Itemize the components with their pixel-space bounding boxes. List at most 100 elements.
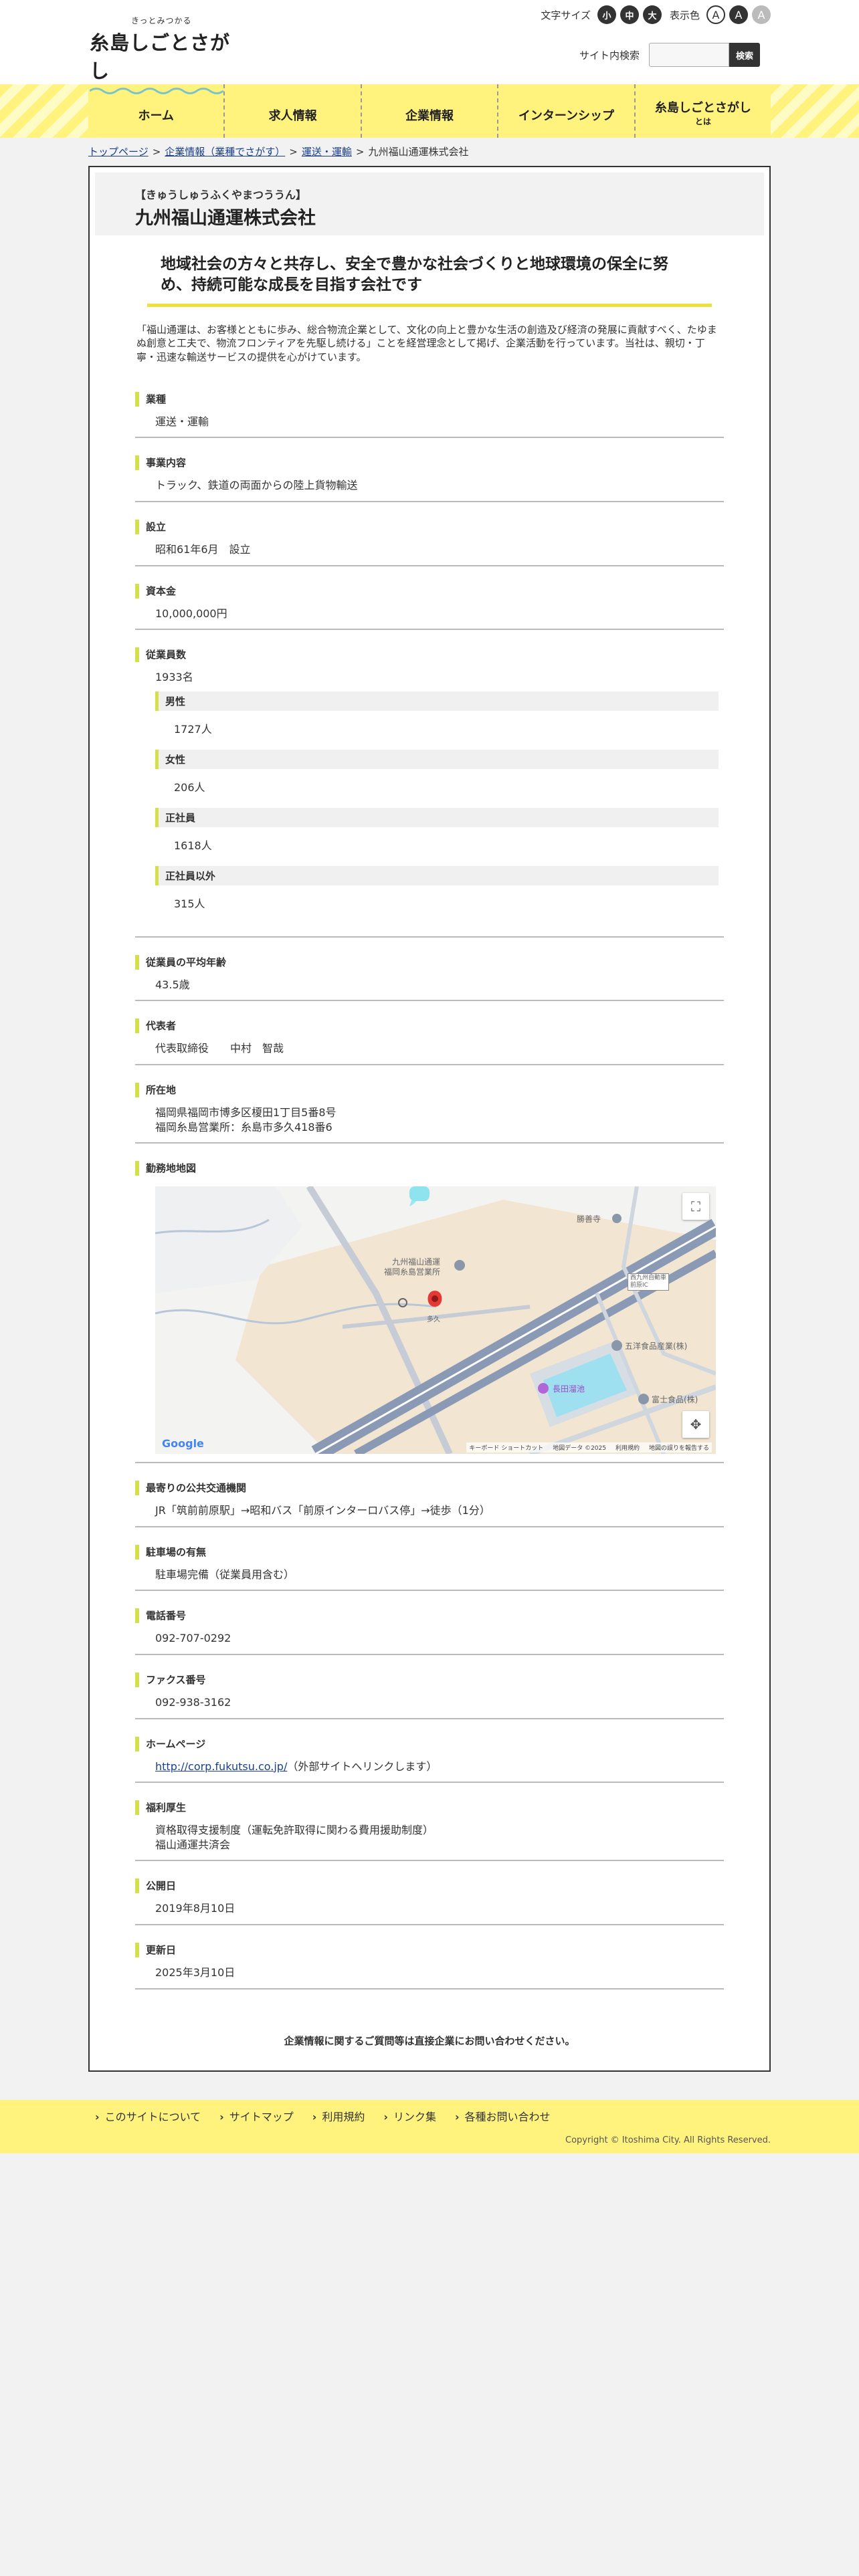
nav-about-label: 糸島しごとさがし xyxy=(654,100,751,115)
footer-link-terms[interactable]: 利用規約 xyxy=(312,2108,365,2124)
font-size-large-button[interactable]: 大 xyxy=(642,5,662,24)
detail-address: 所在地 福岡県福岡市博多区榎田1丁目5番8号 福岡糸島営業所：糸島市多久418番… xyxy=(135,1065,724,1144)
detail-updated: 更新日 2025年3月10日 xyxy=(135,1925,724,1990)
detail-representative: 代表者 代表取締役 中村 智哉 xyxy=(135,1001,724,1065)
detail-title: 公開日 xyxy=(135,1879,724,1894)
breadcrumb-sep: > xyxy=(289,146,298,158)
detail-business: 事業内容 トラック、鉄道の両面からの陸上貨物輸送 xyxy=(135,438,724,503)
site-logo[interactable]: きっとみつかる 糸島しごとさがし xyxy=(90,15,237,96)
detail-homepage: ホームページ http://corp.fukutsu.co.jp/（外部サイトへ… xyxy=(135,1719,724,1784)
detail-employees: 従業員数 1933名 男性 1727人 女性 206人 正社員 1618人 正社… xyxy=(135,630,724,938)
company-intro: 「福山通運は、お客様とともに歩み、総合物流企業として、文化の向上と豊かな生活の創… xyxy=(136,324,717,363)
detail-title: 代表者 xyxy=(135,1018,724,1034)
footer-link-about[interactable]: このサイトについて xyxy=(95,2108,201,2124)
logo-title: 糸島しごとさがし xyxy=(90,31,231,82)
detail-value: JR「筑前前原駅」→昭和バス「前原インターロバス停」→徒歩（1分） xyxy=(155,1504,490,1517)
detail-value: 駐車場完備（従業員用含む） xyxy=(155,1568,295,1581)
company-name: 九州福山通運株式会社 xyxy=(135,208,316,229)
color-white-button[interactable]: A xyxy=(706,5,725,24)
search-input[interactable] xyxy=(649,43,729,67)
search-button[interactable]: 検索 xyxy=(729,43,760,67)
map-report-link[interactable]: 地図の誤りを報告する xyxy=(649,1443,709,1452)
sub-title: 女性 xyxy=(155,749,719,769)
map-terms-link[interactable]: 利用規約 xyxy=(615,1443,640,1452)
nav-jobs[interactable]: 求人情報 xyxy=(225,84,362,138)
accessibility-tools: 文字サイズ 小 中 大 表示色 A A A xyxy=(537,5,771,24)
breadcrumb-sep: > xyxy=(355,146,365,158)
breadcrumb-industry[interactable]: 運送・運輸 xyxy=(302,146,352,158)
map-label-company: 九州福山通運 福岡糸島営業所 xyxy=(384,1257,441,1277)
detail-value: 43.5歳 xyxy=(155,978,190,991)
nav-about[interactable]: 糸島しごとさがし とは xyxy=(636,84,771,138)
fullscreen-icon[interactable]: ⛶ xyxy=(682,1193,709,1220)
font-size-small-button[interactable]: 小 xyxy=(597,5,616,24)
footer-link-links[interactable]: リンク集 xyxy=(383,2108,436,2124)
sub-value: 1727人 xyxy=(174,722,212,736)
detail-title: 福利厚生 xyxy=(135,1800,724,1816)
detail-industry: 業種 運送・運輸 xyxy=(135,374,724,439)
site-search: サイト内検索 検索 xyxy=(579,43,760,67)
workplace-map[interactable]: 九州福山通運 福岡糸島営業所 勝善寺 多久 西九州自動車 前原IC 五洋食品産業… xyxy=(155,1186,716,1455)
detail-transport: 最寄りの公共交通機関 JR「筑前前原駅」→昭和バス「前原インターロバス停」→徒歩… xyxy=(135,1463,724,1527)
breadcrumb-sep: > xyxy=(152,146,161,158)
detail-title: ホームページ xyxy=(135,1736,724,1751)
detail-value: 福岡県福岡市博多区榎田1丁目5番8号 福岡糸島営業所：糸島市多久418番6 xyxy=(135,1105,724,1134)
detail-value: 10,000,000円 xyxy=(155,607,227,620)
map-label-temple: 勝善寺 xyxy=(577,1214,601,1224)
map-label-food2: 富士食品(株) xyxy=(652,1395,698,1405)
company-lead: 地域社会の方々と共存し、安全で豊かな社会づくりと地球環境の保全に努め、持続可能な… xyxy=(147,254,712,308)
detail-title: 所在地 xyxy=(135,1083,724,1097)
company-detail: 【きゅうしゅうふくやまつううん】 九州福山通運株式会社 地域社会の方々と共存し、… xyxy=(88,166,771,2072)
detail-title: ファクス番号 xyxy=(135,1672,724,1687)
breadcrumb-companies[interactable]: 企業情報（業種でさがす） xyxy=(165,146,285,158)
detail-value: 資格取得支援制度（運転免許取得に関わる費用援助制度） 福山通運共済会 xyxy=(135,1823,724,1852)
nav-home-label: ホーム xyxy=(138,109,174,123)
site-footer: このサイトについて サイトマップ 利用規約 リンク集 各種お問い合わせ Copy… xyxy=(0,2099,859,2153)
map-label-pin: 多久 xyxy=(427,1316,440,1324)
sub-title: 正社員以外 xyxy=(155,865,719,885)
map-label-ic: 西九州自動車 前原IC xyxy=(628,1273,670,1291)
map-label-food1: 五洋食品産業(株) xyxy=(625,1341,688,1352)
color-black-button[interactable]: A xyxy=(729,5,748,24)
detail-title: 事業内容 xyxy=(135,455,724,471)
employees-regular: 正社員 1618人 xyxy=(155,807,719,853)
address-line: 福岡県福岡市博多区榎田1丁目5番8号 xyxy=(155,1106,337,1119)
welfare-line: 福山通運共済会 xyxy=(155,1838,231,1851)
footer-link-contact[interactable]: 各種お問い合わせ xyxy=(455,2108,551,2124)
map-pan-icon[interactable]: ✥ xyxy=(682,1411,709,1438)
nav-internship-label: インターンシップ xyxy=(518,109,614,123)
header-band: きっとみつかる 糸島しごとさがし 文字サイズ 小 中 大 表示色 A A A サ… xyxy=(0,0,859,94)
homepage-note: （外部サイトへリンクします） xyxy=(287,1759,438,1773)
breadcrumb-top[interactable]: トップページ xyxy=(88,146,149,158)
detail-value: http://corp.fukutsu.co.jp/（外部サイトへリンクします） xyxy=(135,1759,724,1774)
font-size-medium-button[interactable]: 中 xyxy=(619,5,639,24)
footer-link-sitemap[interactable]: サイトマップ xyxy=(219,2108,294,2124)
detail-value: 2019年8月10日 xyxy=(155,1902,235,1915)
company-kana: 【きゅうしゅうふくやまつううん】 xyxy=(135,189,307,201)
footer-inner: このサイトについて サイトマップ 利用規約 リンク集 各種お問い合わせ Copy… xyxy=(88,2100,771,2153)
homepage-link[interactable]: http://corp.fukutsu.co.jp/ xyxy=(155,1760,287,1773)
detail-value: 1933名 xyxy=(155,671,193,684)
nav-about-sub: とは xyxy=(694,116,711,126)
detail-parking: 駐車場の有無 駐車場完備（従業員用含む） xyxy=(135,1527,724,1592)
search-label: サイト内検索 xyxy=(579,49,640,62)
nav-internship[interactable]: インターンシップ xyxy=(498,84,636,138)
font-size-label: 文字サイズ xyxy=(541,9,591,21)
detail-list: 業種 運送・運輸 事業内容 トラック、鉄道の両面からの陸上貨物輸送 設立 昭和6… xyxy=(135,374,724,1990)
address-line: 福岡糸島営業所：糸島市多久418番6 xyxy=(155,1120,332,1134)
sub-value: 1618人 xyxy=(174,839,212,852)
detail-founded: 設立 昭和61年6月 設立 xyxy=(135,502,724,566)
detail-title: 従業員の平均年齢 xyxy=(135,954,724,970)
nav-companies[interactable]: 企業情報 xyxy=(362,84,499,138)
detail-value: 昭和61年6月 設立 xyxy=(155,543,251,556)
logo-subtitle: きっとみつかる xyxy=(131,16,192,25)
employees-male: 男性 1727人 xyxy=(155,691,719,736)
color-gray-button[interactable]: A xyxy=(752,5,771,24)
detail-avg-age: 従業員の平均年齢 43.5歳 xyxy=(135,938,724,1002)
color-label: 表示色 xyxy=(669,9,700,21)
nav-companies-label: 企業情報 xyxy=(405,109,454,123)
map-shortcuts-link[interactable]: キーボード ショートカット xyxy=(469,1443,543,1452)
detail-title: 資本金 xyxy=(135,583,724,599)
detail-value: 092-938-3162 xyxy=(155,1695,231,1709)
detail-fax: ファクス番号 092-938-3162 xyxy=(135,1655,724,1719)
